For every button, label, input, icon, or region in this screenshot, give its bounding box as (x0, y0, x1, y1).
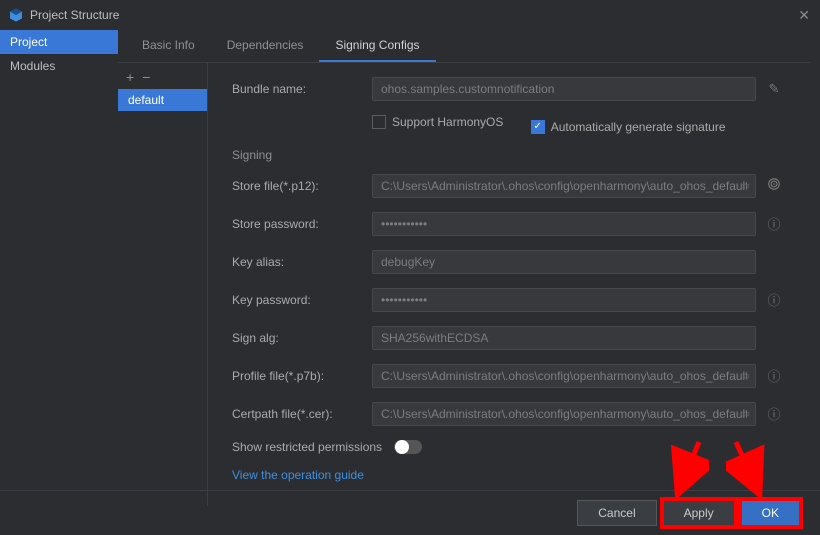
store-password-label: Store password: (232, 217, 372, 231)
auto-signature-label: Automatically generate signature (551, 120, 726, 134)
add-config-icon[interactable]: + (126, 69, 134, 85)
sign-alg-label: Sign alg: (232, 331, 372, 345)
profile-file-input[interactable] (372, 364, 756, 388)
certpath-file-label: Certpath file(*.cer): (232, 407, 372, 421)
cancel-button[interactable]: Cancel (577, 500, 656, 526)
tab-signing-configs[interactable]: Signing Configs (319, 30, 435, 62)
tab-basic-info[interactable]: Basic Info (126, 30, 211, 62)
app-logo-icon (8, 7, 24, 23)
support-harmonyos-label: Support HarmonyOS (392, 115, 503, 129)
store-file-label: Store file(*.p12): (232, 179, 372, 193)
sign-alg-input[interactable] (372, 326, 756, 350)
key-password-input[interactable] (372, 288, 756, 312)
remove-config-icon[interactable]: − (142, 69, 150, 85)
config-list: + − default (118, 63, 208, 506)
sidebar-item-project[interactable]: Project (0, 30, 118, 54)
key-password-label: Key password: (232, 293, 372, 307)
sidebar: Project Modules (0, 30, 118, 490)
help-icon[interactable]: ⓘ (762, 290, 786, 309)
store-file-input[interactable] (372, 174, 756, 198)
tabs: Basic Info Dependencies Signing Configs (118, 30, 810, 63)
signing-section-label: Signing (232, 148, 786, 162)
folder-icon[interactable]: ▭ (740, 369, 750, 382)
ok-button[interactable]: OK (741, 500, 800, 526)
apply-button[interactable]: Apply (663, 500, 735, 526)
profile-file-label: Profile file(*.p7b): (232, 369, 372, 383)
bundle-name-label: Bundle name: (232, 82, 372, 96)
help-icon[interactable]: ⓘ (762, 214, 786, 233)
sidebar-item-modules[interactable]: Modules (0, 54, 118, 78)
help-icon[interactable]: ⓘ (762, 366, 786, 385)
help-icon[interactable]: ⓘ (762, 404, 786, 423)
window-title: Project Structure (30, 8, 119, 22)
operation-guide-link[interactable]: View the operation guide (232, 468, 364, 482)
fingerprint-icon[interactable] (762, 177, 786, 194)
key-alias-label: Key alias: (232, 255, 372, 269)
store-password-input[interactable] (372, 212, 756, 236)
folder-icon[interactable]: ▭ (740, 179, 750, 192)
key-alias-input[interactable] (372, 250, 756, 274)
certpath-file-input[interactable] (372, 402, 756, 426)
show-restricted-label: Show restricted permissions (232, 440, 382, 454)
tab-dependencies[interactable]: Dependencies (211, 30, 320, 62)
bundle-name-input[interactable] (372, 77, 756, 101)
close-icon[interactable]: ✕ (798, 7, 810, 24)
config-item-default[interactable]: default (118, 89, 207, 111)
auto-signature-checkbox[interactable]: ✓ Automatically generate signature (531, 120, 726, 134)
folder-icon[interactable]: ▭ (740, 407, 750, 420)
checkbox-icon (372, 115, 386, 129)
checkbox-checked-icon: ✓ (531, 120, 545, 134)
show-restricted-toggle[interactable] (394, 440, 422, 454)
support-harmonyos-checkbox[interactable]: Support HarmonyOS (372, 115, 503, 129)
pencil-icon[interactable]: ✎ (762, 81, 786, 97)
